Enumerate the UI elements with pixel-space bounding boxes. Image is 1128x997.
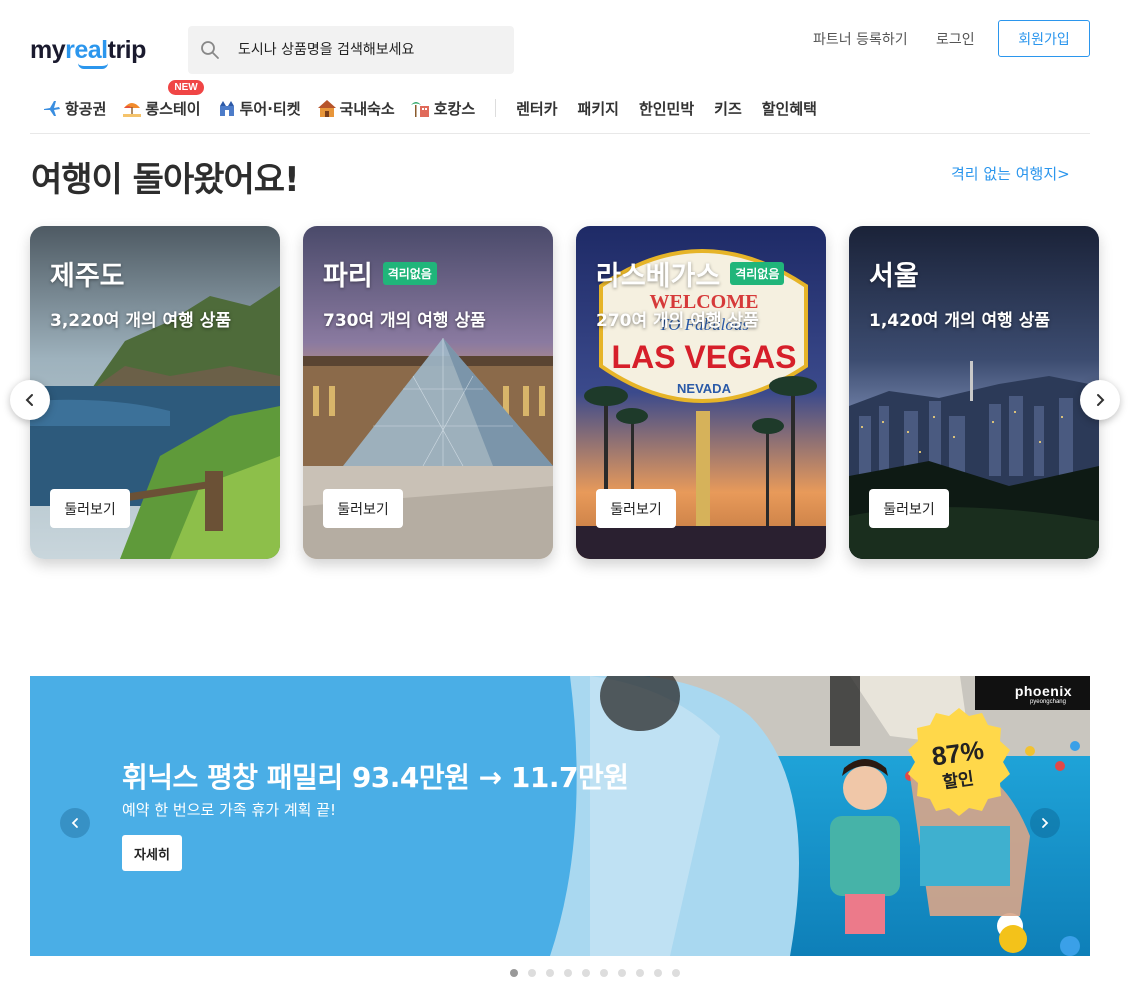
- banner-title: 휘닉스 평창 패밀리 93.4만원 → 11.7만원: [122, 761, 629, 794]
- logo-text-trip: trip: [107, 36, 147, 64]
- nav-item-kids[interactable]: 키즈: [714, 98, 742, 119]
- nav-item-korean-guesthouse[interactable]: 한인민박: [639, 98, 694, 119]
- sign-nevada-text: NEVADA: [677, 381, 732, 396]
- nav-label: 국내숙소: [339, 99, 395, 118]
- nav-label: 롱스테이: [145, 99, 201, 118]
- brand-name: phoenix: [1014, 683, 1072, 699]
- pagination-dot[interactable]: [672, 969, 680, 977]
- house-icon: [317, 100, 336, 117]
- card-title: 라스베가스 격리없음: [596, 254, 785, 293]
- partner-link[interactable]: 파트너 등록하기: [813, 29, 908, 49]
- chevron-right-icon: [1097, 394, 1105, 406]
- section-title: 여행이 돌아왔어요!: [31, 160, 300, 200]
- browse-button[interactable]: 둘러보기: [869, 489, 949, 528]
- nav-item-hocance[interactable]: 호캉스: [410, 98, 476, 119]
- pagination-dot[interactable]: [582, 969, 590, 977]
- pagination-dot[interactable]: [600, 969, 608, 977]
- chevron-right-icon: [1042, 818, 1049, 828]
- destination-card-jeju[interactable]: 제주도 3,220여 개의 여행 상품 둘러보기: [30, 226, 280, 559]
- nav-label: 항공권: [65, 99, 107, 118]
- chevron-left-icon: [71, 818, 78, 828]
- nav-item-rentcar[interactable]: 렌터카: [516, 98, 557, 119]
- nav-item-flights[interactable]: 항공권: [42, 98, 106, 119]
- banner-prev-button[interactable]: [60, 808, 90, 838]
- logo-text-real: real: [65, 36, 108, 64]
- card-title: 제주도: [50, 261, 125, 292]
- castle-icon: [219, 101, 234, 116]
- card-product-count: 1,420여 개의 여행 상품: [869, 311, 1051, 331]
- nav-item-tour-ticket[interactable]: 투어·티켓: [217, 98, 301, 119]
- banner-detail-button[interactable]: 자세히: [122, 835, 182, 871]
- logo-swoosh: [78, 63, 108, 69]
- card-product-count: 730여 개의 여행 상품: [323, 311, 486, 331]
- pagination-dot[interactable]: [564, 969, 572, 977]
- nav-label: 호캉스: [433, 99, 476, 118]
- pagination-dot[interactable]: [546, 969, 554, 977]
- carousel-prev-button[interactable]: [10, 380, 50, 420]
- browse-button[interactable]: 둘러보기: [323, 489, 403, 528]
- card-product-count: 270여 개의 여행 상품: [596, 311, 759, 331]
- card-title: 서울: [869, 261, 919, 292]
- destination-card-seoul[interactable]: 서울 1,420여 개의 여행 상품 둘러보기: [849, 226, 1099, 559]
- discount-sticker: 87% 할인: [908, 708, 1010, 816]
- promo-banner[interactable]: 87% 할인 phoenix pyeongchang 휘닉스 평창 패밀리 93…: [30, 676, 1090, 956]
- pagination-dot[interactable]: [510, 969, 518, 977]
- quarantine-free-link[interactable]: 격리 없는 여행지>: [951, 163, 1070, 184]
- brand-location: pyeongchang: [1029, 699, 1066, 705]
- browse-button[interactable]: 둘러보기: [50, 489, 130, 528]
- destination-card-lasvegas[interactable]: WELCOME TO Fabulous LAS VEGAS NEVADA 라스베…: [576, 226, 826, 559]
- nav-item-package[interactable]: 패키지: [578, 98, 619, 119]
- pagination-dot[interactable]: [636, 969, 644, 977]
- carousel-next-button[interactable]: [1080, 380, 1120, 420]
- banner-pagination: [510, 969, 690, 977]
- phoenix-logo: phoenix pyeongchang: [975, 676, 1090, 710]
- nav-item-longstay[interactable]: NEW 롱스테이: [122, 79, 204, 119]
- browse-button[interactable]: 둘러보기: [596, 489, 676, 528]
- destination-card-paris[interactable]: 파리 격리없음 730여 개의 여행 상품 둘러보기: [303, 226, 553, 559]
- search-icon: [201, 41, 219, 59]
- header-divider: [30, 133, 1090, 134]
- search-input[interactable]: [238, 42, 498, 58]
- beach-icon: [123, 103, 142, 117]
- logo-text-my: my: [30, 36, 66, 64]
- signup-button[interactable]: 회원가입: [998, 20, 1090, 57]
- logo[interactable]: myrealtrip: [30, 36, 147, 69]
- nav-item-domestic-stay[interactable]: 국내숙소: [317, 98, 395, 119]
- pagination-dot[interactable]: [654, 969, 662, 977]
- palm-hotel-icon: [410, 102, 429, 117]
- chevron-left-icon: [25, 394, 33, 406]
- pagination-dot[interactable]: [618, 969, 626, 977]
- airplane-icon: [44, 101, 60, 116]
- pagination-dot[interactable]: [528, 969, 536, 977]
- banner-next-button[interactable]: [1030, 808, 1060, 838]
- card-title: 파리 격리없음: [323, 254, 437, 293]
- new-badge: NEW: [168, 79, 204, 95]
- nav-divider: [495, 99, 497, 117]
- no-quarantine-badge: 격리없음: [730, 262, 785, 285]
- category-nav: 항공권 NEW 롱스테이 투어·티켓 국내숙소 호캉스 렌터카 패키지 한인민박…: [42, 79, 837, 120]
- sign-lasvegas-text: LAS VEGAS: [612, 339, 797, 375]
- card-product-count: 3,220여 개의 여행 상품: [50, 311, 232, 331]
- search-bar[interactable]: [188, 26, 514, 74]
- login-link[interactable]: 로그인: [936, 29, 975, 49]
- nav-item-deals[interactable]: 할인혜택: [762, 98, 817, 119]
- no-quarantine-badge: 격리없음: [382, 262, 437, 285]
- nav-label: 투어·티켓: [239, 99, 301, 118]
- banner-subtitle: 예약 한 번으로 가족 휴가 계획 끝!: [122, 801, 337, 819]
